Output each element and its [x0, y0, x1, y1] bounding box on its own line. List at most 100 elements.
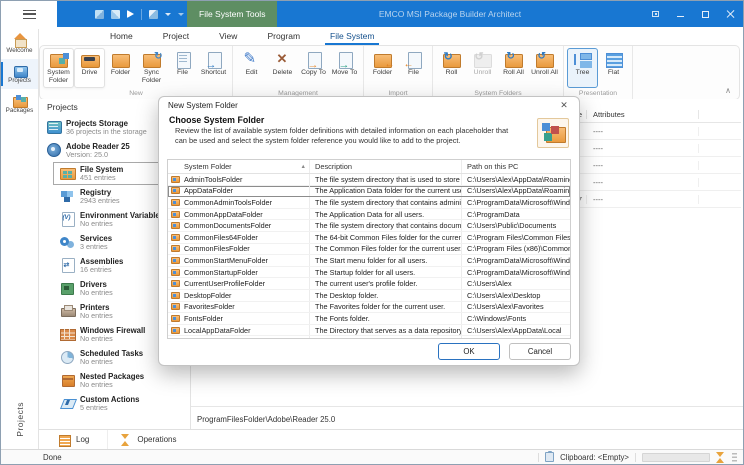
system-folder-row[interactable]: FontsFolder The Fonts folder. C:\Windows… [168, 313, 570, 325]
close-icon[interactable] [725, 9, 735, 19]
system-folder-row[interactable]: DesktopFolder The Desktop folder. C:\Use… [168, 290, 570, 302]
ribbon-button[interactable]: File [398, 48, 429, 88]
ribbon-button[interactable]: Flat [598, 48, 629, 88]
minimize-icon[interactable] [675, 9, 685, 19]
bottom-tab[interactable]: Log [47, 430, 101, 449]
column-header-description[interactable]: Description [310, 160, 462, 173]
ribbon-button[interactable]: Delete [267, 48, 298, 88]
system-folder-row[interactable]: CommonAdminToolsFolder The file system d… [168, 197, 570, 209]
activity-bar-item-label: Packages [6, 107, 34, 114]
column-header-system-folder[interactable]: System Folder ▲ [168, 160, 310, 173]
system-folder-row[interactable]: CommonAppDataFolder The Application Data… [168, 209, 570, 221]
system-folder-row[interactable]: CommonStartMenuFolder The Start menu fol… [168, 255, 570, 267]
dialog-heading: Choose System Folder [169, 115, 569, 125]
system-folder-description: The current user's profile folder. [310, 278, 462, 289]
roll-all-icon [502, 51, 526, 68]
project-tree-item[interactable]: Nested Packages No entries [53, 369, 190, 392]
deploy-icon[interactable] [149, 10, 158, 19]
system-folder-name: FontsFolder [184, 314, 223, 323]
unroll-icon [471, 51, 495, 68]
ribbon-tab[interactable]: Home [95, 27, 148, 45]
system-folder-name: AppDataFolder [184, 186, 233, 195]
clipboard-status: Clipboard: <Empty> [560, 453, 629, 462]
ribbon-button[interactable]: Copy To [298, 48, 329, 88]
ribbon-tab[interactable]: Program [252, 27, 315, 45]
roll-icon [440, 51, 464, 68]
folder-icon [171, 315, 180, 322]
column-header-path[interactable]: Path on this PC [462, 160, 570, 173]
toolbar-dropdown-icon[interactable] [165, 13, 171, 16]
folder-icon [171, 269, 180, 276]
resize-grip[interactable] [732, 453, 737, 462]
storage-icon [46, 120, 61, 133]
ribbon-group-system-folders: Roll Unroll Roll All Unroll All System F… [433, 46, 564, 99]
system-folder-name: FavoritesFolder [184, 302, 235, 311]
ribbon-tab[interactable]: View [204, 27, 252, 45]
system-folder-name: CommonAppDataFolder [184, 210, 263, 219]
system-folder-row[interactable]: AppDataFolder The Application Data folde… [168, 186, 570, 198]
dialog-title: New System Folder [168, 101, 238, 110]
ribbon-button[interactable]: Move To [329, 48, 360, 88]
activity-bar-item[interactable]: Projects [1, 59, 38, 89]
ribbon-button[interactable]: System Folder [43, 48, 74, 88]
system-folder-row[interactable]: CurrentUserProfileFolder The current use… [168, 278, 570, 290]
system-folder-description: The file system directory that is used t… [310, 174, 462, 185]
folder-icon [171, 211, 180, 218]
system-folder-table: System Folder ▲ Description Path on this… [167, 159, 571, 339]
system-folder-description: The file system directory that contains … [310, 197, 462, 208]
ribbon-button[interactable]: Roll All [498, 48, 529, 88]
file-attributes-cell: ---- [587, 195, 699, 204]
side-tab-projects[interactable]: Projects [1, 402, 39, 437]
project-tree-item[interactable]: Custom Actions 5 entries [53, 392, 190, 415]
ribbon-button[interactable]: Sync Folder [136, 48, 167, 88]
dialog-close-icon[interactable]: ✕ [558, 100, 570, 111]
ribbon-tab[interactable]: Project [148, 27, 204, 45]
customize-toolbar-icon[interactable] [178, 13, 184, 16]
ribbon-button[interactable]: Folder [367, 48, 398, 88]
bottom-tab[interactable]: Operations [107, 430, 188, 449]
save-project-icon[interactable] [95, 10, 104, 19]
folder-icon [171, 199, 180, 206]
ribbon-button[interactable]: Drive [74, 48, 105, 88]
quick-access-toolbar [95, 9, 184, 20]
registry-icon [60, 189, 75, 202]
system-folder-row[interactable]: CommonDocumentsFolder The file system di… [168, 220, 570, 232]
system-folder-row[interactable]: CommonFiles64Folder The 64-bit Common Fi… [168, 232, 570, 244]
dock-window-icon[interactable] [650, 9, 660, 19]
activity-bar-item[interactable]: Packages [1, 89, 38, 119]
ok-button[interactable]: OK [438, 343, 500, 360]
activity-bar-item[interactable]: Welcome [1, 29, 38, 59]
tree-item-sub: No entries [80, 335, 145, 344]
file-attributes-cell: ---- [587, 178, 699, 187]
ribbon-button[interactable]: Folder [105, 48, 136, 88]
ribbon-button[interactable]: Shortcut [198, 48, 229, 88]
cancel-button[interactable]: Cancel [509, 343, 571, 360]
ribbon-button[interactable]: Tree [567, 48, 598, 88]
ribbon-button[interactable]: Roll [436, 48, 467, 88]
collapse-ribbon-icon[interactable]: ∧ [725, 86, 731, 95]
main-menu-button[interactable] [1, 1, 57, 27]
ribbon-tab[interactable]: File System [315, 27, 389, 45]
ribbon-button[interactable]: Unroll All [529, 48, 560, 88]
system-folder-description: The Desktop folder. [310, 290, 462, 301]
column-header-attributes[interactable]: Attributes [587, 110, 699, 119]
shortcut-icon [202, 51, 226, 68]
system-folder-row[interactable]: LocalAppDataFolder The Directory that se… [168, 325, 570, 337]
build-package-icon[interactable] [111, 10, 120, 19]
run-icon[interactable] [127, 10, 134, 18]
system-folder-row[interactable]: MyPicturesFolder The My Pictures folder.… [168, 336, 570, 339]
system-folder-row[interactable]: AdminToolsFolder The file system directo… [168, 174, 570, 186]
tree-item-sub: 2943 entries [80, 197, 120, 206]
system-folder-row[interactable]: CommonFilesFolder The Common Files folde… [168, 244, 570, 256]
ribbon-button[interactable]: Edit [236, 48, 267, 88]
system-folder-row[interactable]: CommonStartupFolder The Startup folder f… [168, 267, 570, 279]
ribbon-button[interactable]: File [167, 48, 198, 88]
system-folder-row[interactable]: FavoritesFolder The Favorites folder for… [168, 302, 570, 314]
context-tab-file-system-tools[interactable]: File System Tools [187, 1, 277, 27]
welcome-icon [12, 34, 28, 46]
ribbon-button[interactable]: Unroll [467, 48, 498, 88]
system-folder-dialog-icon [537, 118, 569, 148]
system-folder-path: C:\ProgramData [462, 209, 570, 220]
import-folder-icon [371, 51, 395, 68]
maximize-icon[interactable] [700, 9, 710, 19]
